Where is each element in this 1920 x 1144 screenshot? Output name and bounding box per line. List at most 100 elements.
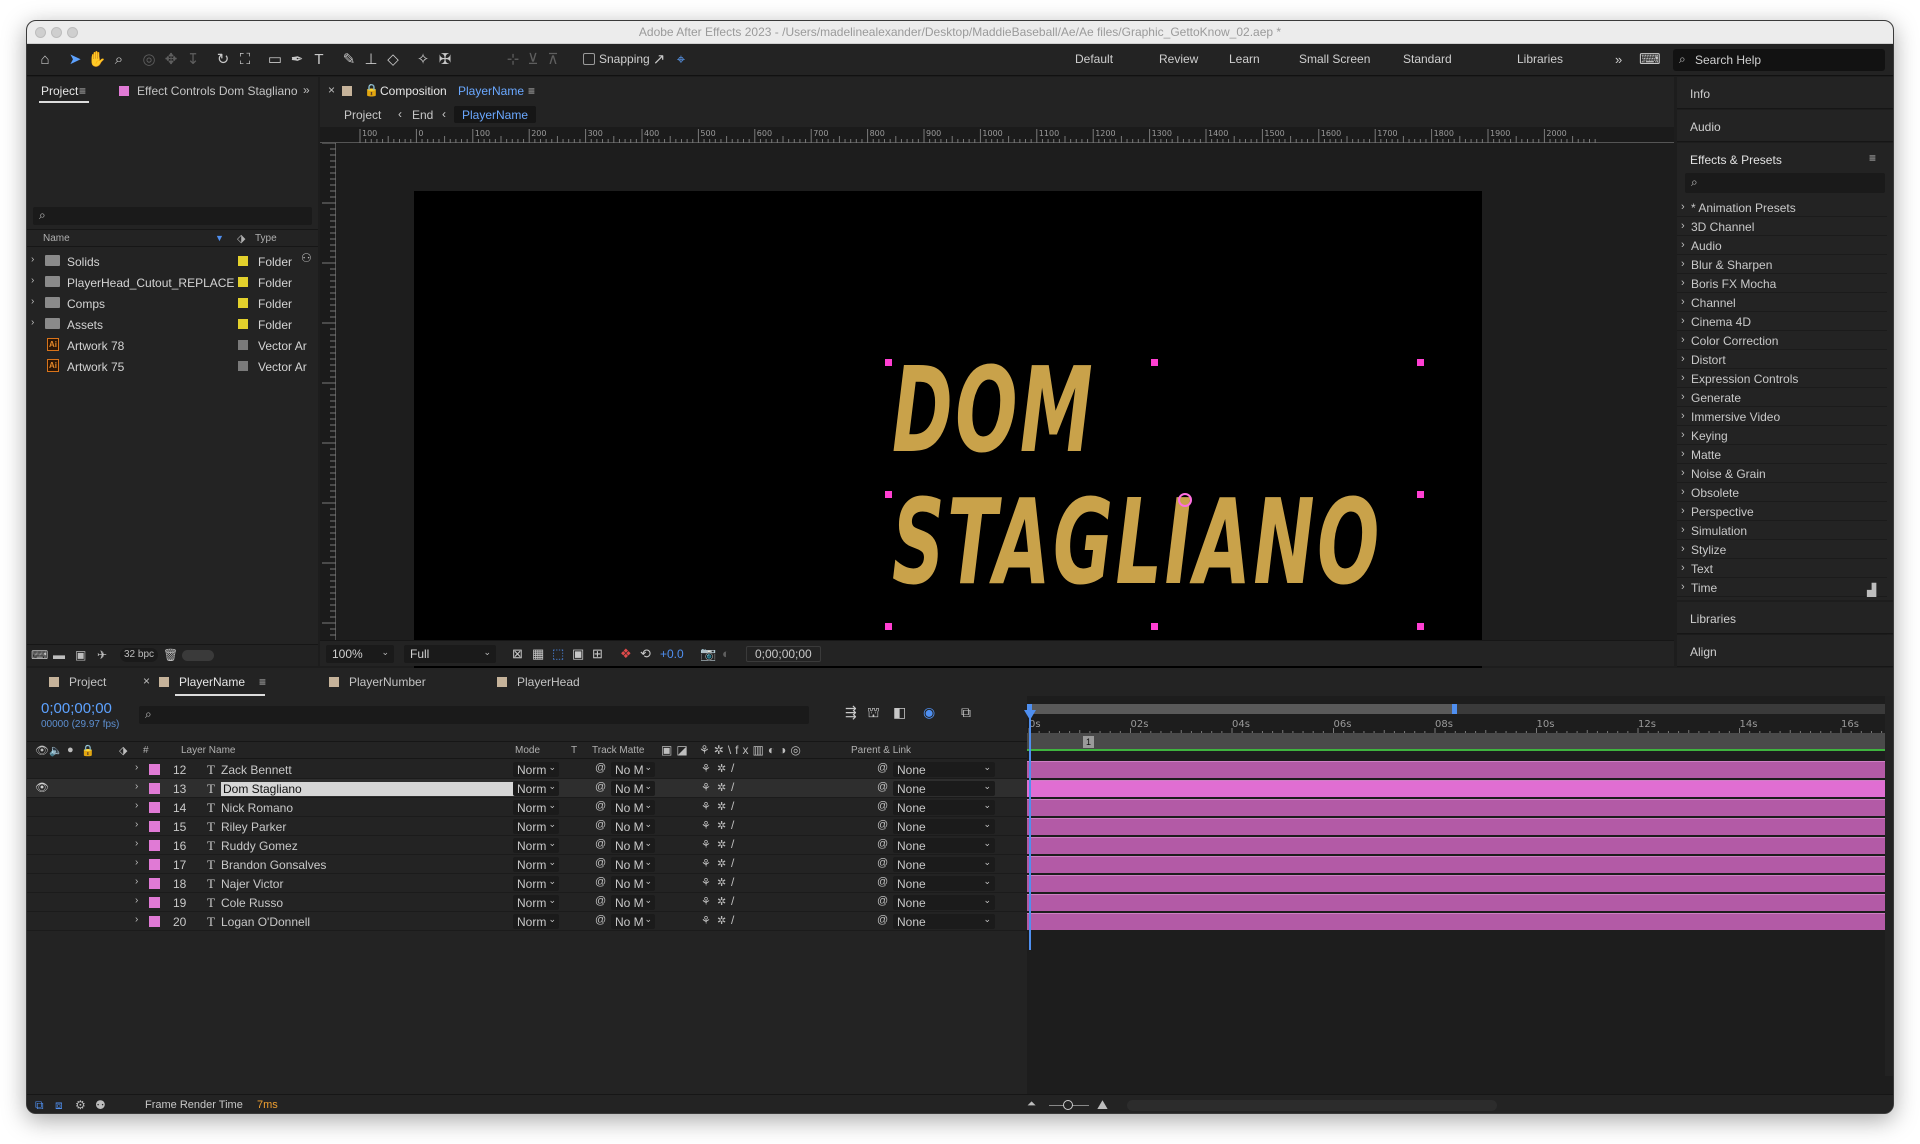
player-first-name-text[interactable]: DOM (892, 351, 1095, 469)
composition-tab-prefix[interactable]: Composition (380, 84, 447, 98)
quality-switch-icon[interactable]: / (731, 856, 734, 870)
panel-menu-icon[interactable]: ≡ (259, 675, 266, 689)
player-last-name-text[interactable]: STAGLIANO (892, 483, 1382, 601)
parent-select[interactable]: None ⌄ (893, 857, 995, 872)
snapshot-camera-icon[interactable]: 📷 (700, 646, 716, 662)
quality-switch-icon[interactable]: / (731, 780, 734, 794)
shy-switch-icon[interactable]: ⚘ (701, 819, 711, 832)
bounding-box-handle[interactable] (885, 491, 892, 498)
layer-duration-bar[interactable] (1027, 913, 1885, 930)
layer-name-header[interactable]: Layer Name (181, 745, 235, 756)
layer-duration-bar[interactable] (1027, 837, 1885, 854)
effect-category[interactable]: › 3D Channel (1677, 218, 1887, 236)
effect-category[interactable]: › Keying (1677, 427, 1887, 445)
pen-tool-icon[interactable]: ✒ (287, 50, 307, 70)
lock-icon[interactable]: 🔒 (364, 83, 379, 97)
layer-duration-bar[interactable] (1027, 761, 1885, 778)
layer-label-swatch[interactable] (149, 802, 160, 813)
bounding-box-handle[interactable] (1151, 359, 1158, 366)
bit-depth-button[interactable]: 32 bpc (120, 648, 159, 662)
project-item[interactable]: › Solids Folder (27, 251, 318, 272)
current-time-display[interactable]: 0;00;00;00 (746, 646, 821, 662)
snapping-checkbox[interactable] (583, 53, 595, 65)
layer-name[interactable]: Cole Russo (221, 896, 283, 910)
chevron-right-icon[interactable]: › (135, 800, 138, 811)
snap-target-icon[interactable]: ⌖ (671, 50, 691, 70)
chevron-right-icon[interactable]: › (135, 781, 138, 792)
project-item[interactable]: › Comps Folder (27, 293, 318, 314)
layer-label-swatch[interactable] (149, 897, 160, 908)
resolution-select[interactable]: Full ⌄ (404, 645, 496, 663)
layer-row[interactable]: › 18 T Najer Victor Norm ⌄ @ No M ⌄ ⚘ ✲ / @ None ⌄ (27, 874, 1027, 893)
timeline-search-input[interactable]: ⌕ (139, 706, 809, 724)
track-matte-select[interactable]: No M ⌄ (611, 819, 655, 834)
parent-select[interactable]: None ⌄ (893, 800, 995, 815)
pick-whip-icon[interactable]: @ (877, 800, 888, 812)
track-matte-select[interactable]: No M ⌄ (611, 838, 655, 853)
name-column-header[interactable]: Name (43, 233, 70, 244)
zoom-select[interactable]: 100% ⌄ (326, 645, 394, 663)
anchor-point-icon[interactable] (1178, 493, 1192, 507)
bounding-box-handle[interactable] (885, 359, 892, 366)
layer-label-swatch[interactable] (149, 840, 160, 851)
layer-mode-select[interactable]: Norm ⌄ (513, 857, 559, 872)
project-item[interactable]: › Assets Folder (27, 314, 318, 335)
new-folder-icon[interactable]: ▬ (53, 648, 65, 662)
layer-name[interactable]: Brandon Gonsalves (221, 858, 326, 872)
label-color-swatch[interactable] (238, 277, 248, 287)
quality-switch-icon[interactable]: / (731, 761, 734, 775)
layer-label-swatch[interactable] (149, 783, 160, 794)
channels-icon[interactable]: ❖ (620, 646, 632, 662)
track-matte-select[interactable]: No M ⌄ (611, 781, 655, 796)
shy-switch-icon[interactable]: ⚘ (701, 800, 711, 813)
panel-tab-libraries[interactable]: Libraries (1677, 602, 1893, 634)
grid-guides-icon[interactable]: ⊞ (592, 646, 603, 662)
bounding-box-handle[interactable] (885, 623, 892, 630)
parent-select[interactable]: None ⌄ (893, 838, 995, 853)
quality-switch-icon[interactable]: / (731, 818, 734, 832)
chevron-right-icon[interactable]: › (135, 857, 138, 868)
graph-editor-icon[interactable]: ⧉ (961, 704, 971, 721)
layer-mode-select[interactable]: Norm ⌄ (513, 914, 559, 929)
orbit-camera-icon[interactable]: ◎ (139, 50, 159, 70)
audio-panel-tab[interactable]: Audio (1677, 110, 1893, 142)
workspace-overflow-button[interactable]: » (1615, 52, 1622, 67)
new-composition-icon[interactable]: ▣ (75, 648, 86, 662)
effect-category[interactable]: › Expression Controls (1677, 370, 1887, 388)
bounding-box-handle[interactable] (1417, 623, 1424, 630)
parent-select[interactable]: None ⌄ (893, 876, 995, 891)
collapse-switch-icon[interactable]: ✲ (717, 800, 726, 813)
current-time-indicator[interactable] (1029, 710, 1031, 950)
comp-marker[interactable]: 1 (1083, 736, 1095, 748)
matte-spiral-icon[interactable]: @ (595, 876, 606, 888)
layer-row[interactable]: › 15 T Riley Parker Norm ⌄ @ No M ⌄ ⚘ ✲ / @ None ⌄ (27, 817, 1027, 836)
video-switch-icon[interactable]: 👁 (35, 744, 49, 757)
mask-visibility-icon[interactable]: ⬚ (552, 646, 564, 662)
fast-previews-icon[interactable]: ⊠ (512, 646, 523, 662)
show-snapshot-icon[interactable]: ◐ (722, 646, 730, 661)
panel-tab-align[interactable]: Align (1677, 635, 1893, 667)
lock-icon[interactable]: 🔒 (81, 744, 95, 757)
quality-switch-icon[interactable]: / (731, 799, 734, 813)
shy-switch-icon[interactable]: ⚘ (701, 914, 711, 927)
timeline-horizontal-scrollbar[interactable] (1127, 1100, 1497, 1111)
panel-menu-icon[interactable]: ≡ (79, 84, 86, 98)
type-column-header[interactable]: Type (255, 233, 277, 244)
layer-row[interactable]: › 20 T Logan O'Donnell Norm ⌄ @ No M ⌄ ⚘ ✲ / @ None ⌄ (27, 912, 1027, 931)
panel-menu-icon[interactable]: ≡ (1869, 151, 1876, 165)
layer-name[interactable]: Zack Bennett (221, 763, 292, 777)
effect-category[interactable]: › Blur & Sharpen (1677, 256, 1887, 274)
pan-camera-icon[interactable]: ✥ (161, 50, 181, 70)
effect-category[interactable]: › Color Correction (1677, 332, 1887, 350)
bounding-box-handle[interactable] (1417, 491, 1424, 498)
layer-name[interactable]: Dom Stagliano (221, 782, 531, 796)
matte-spiral-icon[interactable]: @ (595, 895, 606, 907)
track-matte-select[interactable]: No M ⌄ (611, 762, 655, 777)
pick-whip-icon[interactable]: @ (877, 819, 888, 831)
region-of-interest-icon[interactable]: ▣ (572, 646, 584, 662)
quality-switch-icon[interactable]: / (731, 913, 734, 927)
effect-category[interactable]: › Noise & Grain (1677, 465, 1887, 483)
matte-spiral-icon[interactable]: @ (595, 838, 606, 850)
pick-whip-icon[interactable]: @ (877, 781, 888, 793)
layer-label-swatch[interactable] (149, 859, 160, 870)
